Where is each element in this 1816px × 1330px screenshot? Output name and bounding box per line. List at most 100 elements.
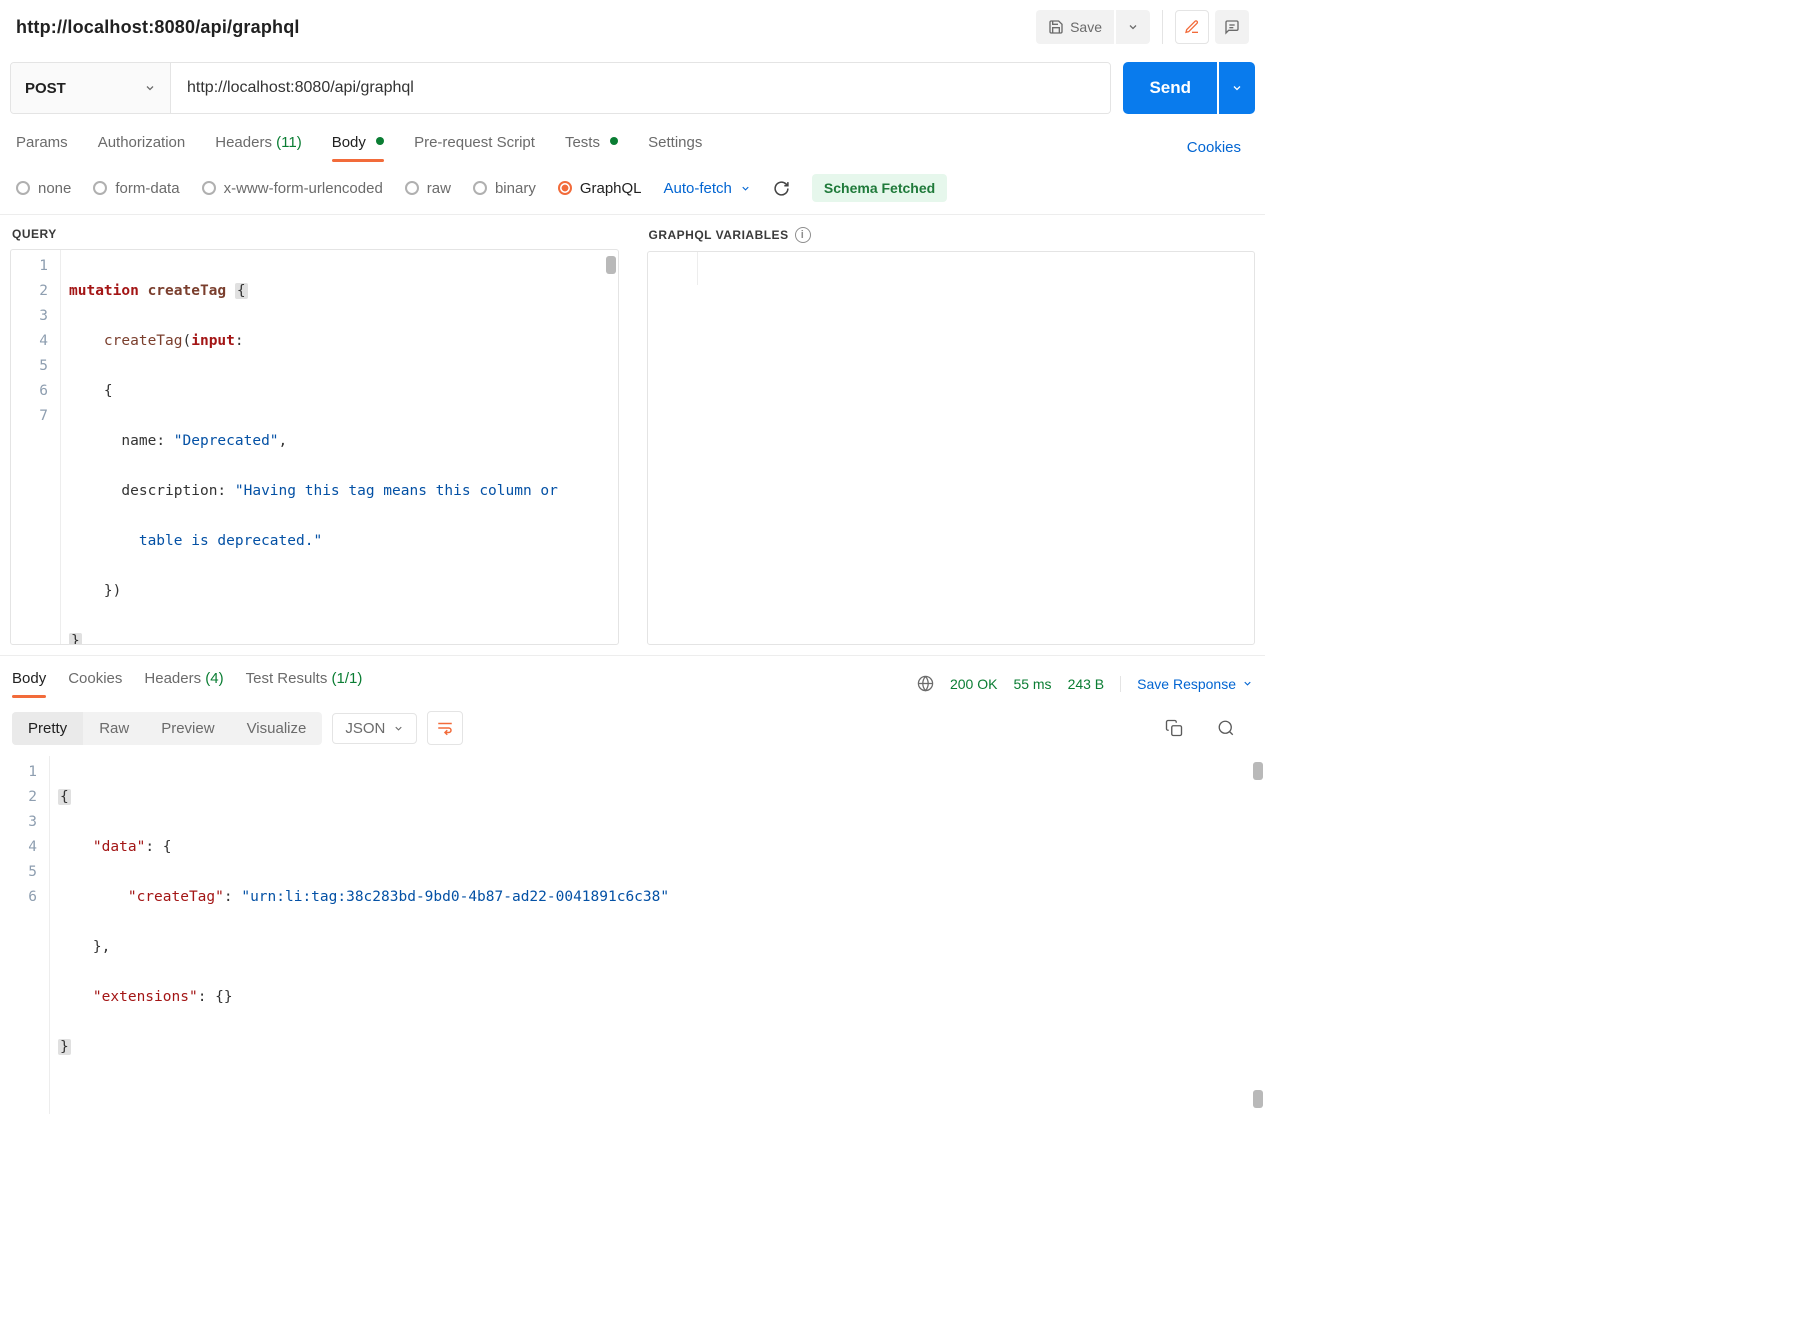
cookies-link[interactable]: Cookies [1187, 139, 1241, 156]
body-type-row: none form-data x-www-form-urlencoded raw… [0, 162, 1265, 215]
view-visualize-button[interactable]: Visualize [231, 712, 323, 745]
scrollbar-thumb[interactable] [606, 256, 616, 274]
tab-params[interactable]: Params [16, 134, 68, 161]
radio-icon [558, 181, 572, 195]
body-type-urlencoded[interactable]: x-www-form-urlencoded [202, 180, 383, 197]
wrap-icon [436, 719, 454, 737]
pencil-icon [1184, 19, 1200, 35]
response-status: 200 OK [950, 676, 997, 692]
query-editor-column: QUERY 1 2 3 4 5 6 7 mutation createTag {… [0, 215, 637, 655]
method-label: POST [25, 80, 66, 97]
response-size: 243 B [1068, 676, 1105, 692]
request-title-row: http://localhost:8080/api/graphql Save [0, 0, 1265, 58]
auto-fetch-dropdown[interactable]: Auto-fetch [664, 180, 751, 197]
response-time: 55 ms [1013, 676, 1051, 692]
tab-authorization[interactable]: Authorization [98, 134, 186, 161]
wrap-lines-button[interactable] [427, 711, 463, 745]
method-url-group: POST [10, 62, 1111, 114]
toolbar-divider [1162, 10, 1163, 44]
refresh-schema-button[interactable] [773, 180, 790, 197]
comment-icon [1224, 19, 1240, 35]
scrollbar-thumb[interactable] [1253, 1090, 1263, 1108]
radio-icon [473, 181, 487, 195]
save-button-label: Save [1070, 19, 1102, 35]
response-tab-test-results[interactable]: Test Results (1/1) [246, 670, 363, 697]
variables-editor-column: GRAPHQL VARIABLES i [637, 215, 1266, 655]
query-gutter: 1 2 3 4 5 6 7 [11, 250, 61, 645]
info-icon[interactable]: i [795, 227, 811, 243]
chevron-down-icon [393, 723, 404, 734]
response-meta: 200 OK 55 ms 243 B Save Response [917, 675, 1253, 692]
chevron-down-icon [144, 82, 156, 94]
radio-icon [405, 181, 419, 195]
save-response-button[interactable]: Save Response [1120, 676, 1253, 692]
tab-settings[interactable]: Settings [648, 134, 702, 161]
tab-tests[interactable]: Tests [565, 134, 618, 161]
body-type-raw[interactable]: raw [405, 180, 451, 197]
save-button-group: Save [1036, 10, 1150, 44]
response-gutter: 1 2 3 4 5 6 [0, 756, 50, 1114]
schema-status-badge: Schema Fetched [812, 174, 947, 202]
save-button[interactable]: Save [1036, 10, 1114, 44]
response-tab-headers[interactable]: Headers (4) [144, 670, 223, 697]
globe-icon[interactable] [917, 675, 934, 692]
scrollbar-thumb[interactable] [1253, 762, 1263, 780]
edit-button[interactable] [1175, 10, 1209, 44]
response-body-editor[interactable]: 1 2 3 4 5 6 { "data": { "createTag": "ur… [0, 755, 1265, 1114]
variables-editor[interactable] [647, 251, 1256, 645]
radio-icon [202, 181, 216, 195]
radio-icon [16, 181, 30, 195]
app-root: http://localhost:8080/api/graphql Save [0, 0, 1265, 1114]
view-pretty-button[interactable]: Pretty [12, 712, 83, 745]
request-title: http://localhost:8080/api/graphql [16, 17, 1036, 38]
chevron-down-icon [1127, 21, 1139, 33]
auto-fetch-label: Auto-fetch [664, 180, 732, 197]
query-code[interactable]: mutation createTag { createTag(input: { … [61, 250, 618, 645]
send-button-group: Send [1123, 62, 1255, 114]
tab-tests-label: Tests [565, 134, 600, 151]
save-dropdown-button[interactable] [1116, 10, 1150, 44]
query-header: QUERY [0, 215, 629, 249]
comments-button[interactable] [1215, 10, 1249, 44]
tab-headers[interactable]: Headers (11) [215, 134, 301, 161]
tab-body-label: Body [332, 134, 366, 151]
response-tab-cookies[interactable]: Cookies [68, 670, 122, 697]
tab-body[interactable]: Body [332, 134, 384, 161]
body-type-binary[interactable]: binary [473, 180, 536, 197]
send-dropdown-button[interactable] [1219, 62, 1255, 114]
search-button[interactable] [1217, 719, 1235, 737]
graphql-editors: QUERY 1 2 3 4 5 6 7 mutation createTag {… [0, 215, 1265, 655]
request-url-row: POST Send [0, 58, 1265, 124]
response-view-segment: Pretty Raw Preview Visualize [12, 712, 322, 745]
chevron-down-icon [740, 183, 751, 194]
response-view-controls: Pretty Raw Preview Visualize JSON [0, 697, 1265, 749]
body-type-graphql[interactable]: GraphQL [558, 180, 642, 197]
variables-code[interactable] [698, 252, 1255, 285]
view-preview-button[interactable]: Preview [145, 712, 230, 745]
body-type-none[interactable]: none [16, 180, 71, 197]
query-editor[interactable]: 1 2 3 4 5 6 7 mutation createTag { creat… [10, 249, 619, 645]
tab-tests-indicator-icon [610, 137, 618, 145]
response-tab-body[interactable]: Body [12, 670, 46, 697]
send-button[interactable]: Send [1123, 62, 1217, 114]
url-input[interactable] [171, 63, 1110, 113]
chevron-down-icon [1231, 82, 1243, 94]
tab-prerequest[interactable]: Pre-request Script [414, 134, 535, 161]
tab-headers-count: (11) [276, 134, 302, 151]
tab-headers-label: Headers [215, 134, 272, 151]
variables-gutter [648, 252, 698, 285]
send-button-label: Send [1149, 78, 1191, 98]
body-type-formdata[interactable]: form-data [93, 180, 179, 197]
refresh-icon [773, 180, 790, 197]
copy-button[interactable] [1165, 719, 1183, 737]
variables-header: GRAPHQL VARIABLES i [637, 215, 1266, 251]
tab-body-indicator-icon [376, 137, 384, 145]
chevron-down-icon [1242, 678, 1253, 689]
view-raw-button[interactable]: Raw [83, 712, 145, 745]
radio-icon [93, 181, 107, 195]
method-select[interactable]: POST [11, 63, 171, 113]
response-code[interactable]: { "data": { "createTag": "urn:li:tag:38c… [50, 756, 1265, 1114]
response-format-select[interactable]: JSON [332, 713, 417, 744]
request-tabs: Params Authorization Headers (11) Body P… [0, 124, 1265, 162]
save-icon [1048, 19, 1064, 35]
